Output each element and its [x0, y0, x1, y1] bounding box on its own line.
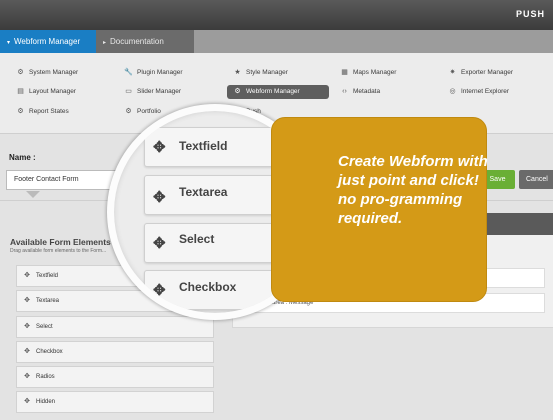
move-icon: ✥ [153, 139, 166, 156]
form-element-label: Hidden [36, 399, 56, 405]
form-element-label: Textarea [36, 298, 60, 304]
menu-item-internet-explorer[interactable]: ◎ Internet Explorer [448, 85, 509, 99]
chevron-right-icon: ▸ [103, 40, 107, 46]
menu-item-plugin-manager[interactable]: 🔧 Plugin Manager [124, 66, 183, 80]
move-icon: ✥ [24, 297, 30, 304]
menu-label: Webform Manager [246, 88, 300, 95]
magnified-label: Textfield [179, 139, 228, 153]
menu-label: Slider Manager [137, 88, 182, 95]
chevron-down-icon: ▾ [7, 40, 11, 46]
form-element-select[interactable]: ✥ Select [16, 316, 214, 338]
slider-icon: ▭ [125, 88, 132, 95]
menu-item-maps-manager[interactable]: ▦ Maps Manager [340, 66, 396, 80]
menu-label: Layout Manager [29, 88, 76, 95]
menu-label: Portfolio [137, 108, 161, 115]
menu-item-report-states[interactable]: ⚙ Report States [16, 105, 69, 119]
menu-label: Style Manager [246, 69, 288, 76]
wrench-icon: 🔧 [124, 69, 133, 76]
promo-callout-text: Create Webform with just point and click… [338, 153, 488, 227]
menu-item-slider-manager[interactable]: ▭ Slider Manager [124, 85, 181, 99]
globe-icon: ◎ [449, 88, 456, 95]
menu-item-webform-manager[interactable]: ⚙ Webform Manager [227, 85, 329, 99]
tab-label: Webform Manager [14, 37, 81, 46]
form-element-label: Textfield [36, 273, 59, 279]
brand-label: PUSH [515, 9, 545, 19]
available-elements-title: Available Form Elements [10, 237, 111, 247]
move-icon: ✥ [153, 282, 166, 299]
top-bar: PUSH [0, 0, 553, 30]
move-icon: ✥ [24, 398, 30, 405]
magnified-label: Textarea [179, 185, 228, 199]
gear-icon: ⚙ [17, 108, 24, 115]
gear-icon: ⚙ [125, 108, 132, 115]
menu-item-style-manager[interactable]: ★ Style Manager [233, 66, 288, 80]
form-element-hidden[interactable]: ✥ Hidden [16, 391, 214, 413]
tab-label: Documentation [110, 37, 164, 46]
cubes-icon: ▦ [341, 69, 348, 76]
move-icon: ✥ [24, 272, 30, 279]
move-icon: ✥ [153, 189, 166, 206]
menu-label: System Manager [29, 69, 79, 76]
menu-label: Exporter Manager [461, 69, 514, 76]
form-element-radios[interactable]: ✥ Radios [16, 366, 214, 388]
menu-item-metadata[interactable]: ‹› Metadata [340, 85, 380, 99]
menu-item-system-manager[interactable]: ⚙ System Manager [16, 66, 78, 80]
layout-icon: ▤ [17, 88, 24, 95]
menu-item-layout-manager[interactable]: ▤ Layout Manager [16, 85, 76, 99]
move-icon: ✥ [153, 235, 166, 252]
menu-item-exporter-manager[interactable]: ✷ Exporter Manager [448, 66, 513, 80]
magnified-label: Checkbox [179, 280, 237, 294]
menu-label: Maps Manager [353, 69, 397, 76]
exporter-icon: ✷ [449, 69, 456, 76]
form-element-label: Radios [36, 374, 55, 380]
tab-webform-manager[interactable]: ▾ Webform Manager [0, 30, 96, 53]
form-element-checkbox[interactable]: ✥ Checkbox [16, 341, 214, 363]
magnified-label: Select [179, 232, 215, 246]
gear-icon: ⚙ [17, 69, 24, 76]
gear-icon: ⚙ [234, 88, 241, 95]
menu-label: Report States [29, 108, 69, 115]
tab-documentation[interactable]: ▸ Documentation [96, 30, 194, 53]
move-icon: ✥ [24, 373, 30, 380]
star-icon: ★ [234, 69, 241, 76]
form-element-label: Select [36, 324, 53, 330]
menu-item-portfolio[interactable]: ⚙ Portfolio [124, 105, 161, 119]
available-elements-hint: Drag available form elements to the Form… [10, 248, 107, 254]
caret-down-icon [26, 191, 40, 198]
form-element-label: Checkbox [36, 349, 63, 355]
menu-label: Plugin Manager [137, 69, 183, 76]
cancel-button[interactable]: Cancel [519, 170, 553, 189]
tab-bar: ▾ Webform Manager ▸ Documentation [0, 30, 553, 53]
move-icon: ✥ [24, 348, 30, 355]
code-icon: ‹› [342, 88, 347, 95]
name-label: Name : [9, 153, 36, 162]
move-icon: ✥ [24, 323, 30, 330]
menu-label: Metadata [353, 88, 381, 95]
menu-label: Internet Explorer [461, 88, 510, 95]
